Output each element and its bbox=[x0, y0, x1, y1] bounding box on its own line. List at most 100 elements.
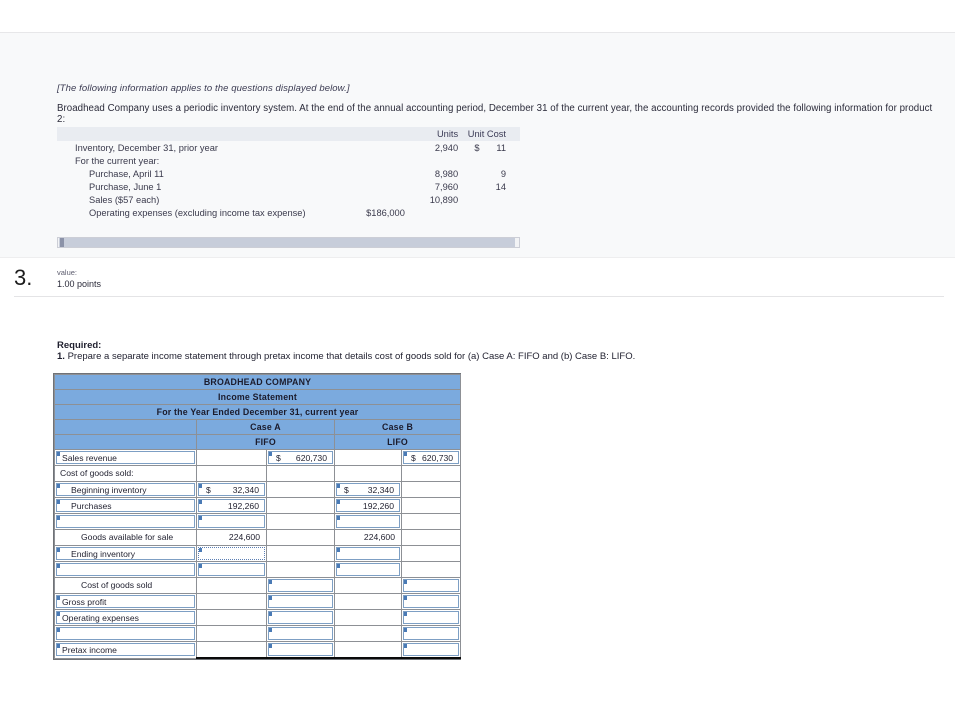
row-amount bbox=[305, 141, 413, 154]
worksheet-cell-case-b-col2 bbox=[400, 545, 462, 562]
amount-static bbox=[197, 578, 266, 593]
worksheet-cell-case-b-col1 bbox=[334, 641, 402, 659]
worksheet-row-label-cell bbox=[54, 561, 197, 578]
unit-cost-value: 9 bbox=[500, 168, 506, 179]
amount-input[interactable] bbox=[336, 563, 400, 576]
amount-static bbox=[197, 466, 266, 481]
worksheet-cell-case-b-col1[interactable]: $32,340 bbox=[334, 481, 402, 498]
row-label-text: Gross profit bbox=[62, 597, 107, 607]
worksheet-row-label-cell: Purchases bbox=[54, 497, 197, 514]
worksheet-cell-case-b-col2[interactable]: $620,730 bbox=[400, 449, 462, 466]
row-label-input[interactable] bbox=[56, 627, 195, 640]
worksheet-cell-case-a-col1[interactable]: 192,260 bbox=[196, 497, 267, 514]
scrollbar-thumb[interactable] bbox=[59, 238, 515, 247]
amount-input[interactable] bbox=[268, 579, 333, 592]
worksheet-cell-case-a-col2[interactable] bbox=[266, 593, 335, 610]
amount-input[interactable]: 192,260 bbox=[198, 499, 265, 512]
row-units: 2,940 bbox=[412, 141, 465, 154]
amount-input[interactable] bbox=[336, 547, 400, 560]
amount-input[interactable] bbox=[198, 547, 265, 560]
worksheet-cell-case-b-col1[interactable]: 192,260 bbox=[334, 497, 402, 514]
worksheet-cell-case-b-col1[interactable] bbox=[334, 545, 402, 562]
statement-period: For the Year Ended December 31, current … bbox=[53, 404, 462, 420]
row-label-input[interactable] bbox=[56, 563, 195, 576]
amount-input[interactable]: $32,340 bbox=[198, 483, 265, 496]
worksheet-row: Ending inventory bbox=[54, 545, 462, 562]
worksheet-cell-case-b-col2 bbox=[400, 481, 462, 498]
amount-input[interactable] bbox=[268, 595, 333, 608]
amount-input[interactable]: $32,340 bbox=[336, 483, 400, 496]
worksheet-row-label-cell: Gross profit bbox=[54, 593, 197, 610]
amount-input[interactable] bbox=[403, 643, 460, 656]
row-label: For the current year: bbox=[57, 154, 306, 167]
amount-input[interactable] bbox=[268, 627, 333, 640]
worksheet-cell-case-a-col2[interactable] bbox=[266, 641, 335, 659]
worksheet-cell-case-a-col1[interactable] bbox=[196, 513, 267, 530]
worksheet-cell-case-b-col2 bbox=[400, 465, 462, 482]
worksheet-cell-case-b-col2[interactable] bbox=[400, 609, 462, 626]
worksheet-cell-case-b-col1[interactable] bbox=[334, 513, 402, 530]
info-table-horizontal-scrollbar[interactable] bbox=[57, 237, 520, 248]
amount-value: 224,600 bbox=[363, 532, 395, 542]
row-label-static: Cost of goods sold bbox=[55, 578, 196, 593]
row-label-input[interactable]: Purchases bbox=[56, 499, 195, 512]
amount-input[interactable] bbox=[403, 595, 460, 608]
amount-input[interactable] bbox=[403, 627, 460, 640]
worksheet-method-row: FIFO LIFO bbox=[54, 434, 462, 450]
amount-static bbox=[402, 482, 460, 497]
amount-static bbox=[402, 546, 460, 561]
worksheet-cell-case-a-col2[interactable] bbox=[266, 609, 335, 626]
question-points: 1.00 points bbox=[57, 279, 102, 289]
amount-input[interactable] bbox=[403, 611, 460, 624]
amount-input[interactable] bbox=[268, 643, 333, 656]
row-label-text: Pretax income bbox=[62, 645, 117, 656]
amount-input[interactable] bbox=[198, 563, 265, 576]
worksheet-title-row-3: For the Year Ended December 31, current … bbox=[53, 404, 462, 420]
row-label-input[interactable]: Beginning inventory bbox=[56, 483, 195, 496]
worksheet-cell-case-b-col2[interactable] bbox=[400, 593, 462, 610]
unit-cost-value: 14 bbox=[495, 181, 506, 192]
case-a-header: Case A bbox=[196, 419, 335, 435]
row-label-input[interactable]: Pretax income bbox=[56, 643, 195, 657]
worksheet-cell-case-a-col2 bbox=[266, 465, 335, 482]
row-label-input[interactable] bbox=[56, 515, 195, 528]
amount-static bbox=[267, 530, 334, 545]
worksheet-row-label-cell: Pretax income bbox=[54, 641, 197, 659]
amount-input[interactable]: 192,260 bbox=[336, 499, 400, 512]
worksheet-cell-case-b-col2[interactable] bbox=[400, 577, 462, 594]
row-label-text bbox=[57, 517, 71, 527]
amount-static bbox=[197, 450, 266, 465]
amount-input[interactable] bbox=[268, 611, 333, 624]
amount-static bbox=[197, 610, 266, 625]
amount-input[interactable] bbox=[336, 515, 400, 528]
row-label-input[interactable]: Ending inventory bbox=[56, 547, 195, 560]
worksheet-cell-case-b-col1[interactable] bbox=[334, 561, 402, 578]
worksheet-row-label-cell: Sales revenue bbox=[54, 449, 197, 466]
row-units bbox=[412, 206, 465, 219]
row-label-input[interactable]: Sales revenue bbox=[56, 451, 195, 464]
worksheet-cell-case-a-col1 bbox=[196, 641, 267, 659]
table-row: Purchase, April 11 8,980 9 bbox=[57, 167, 520, 180]
worksheet-cell-case-a-col1[interactable] bbox=[196, 561, 267, 578]
worksheet-cell-case-a-col1[interactable] bbox=[196, 545, 267, 562]
amount-input[interactable]: $620,730 bbox=[403, 451, 460, 464]
income-statement-worksheet: BROADHEAD COMPANY Income Statement For t… bbox=[53, 373, 462, 660]
amount-input[interactable]: $620,730 bbox=[268, 451, 333, 464]
row-amount bbox=[305, 193, 413, 206]
worksheet-row: Purchases 192,260 192,260 bbox=[54, 497, 462, 514]
worksheet-cell-case-b-col2[interactable] bbox=[400, 641, 462, 659]
row-label-input[interactable]: Gross profit bbox=[56, 595, 195, 608]
amount-input[interactable] bbox=[403, 579, 460, 592]
amount-static bbox=[402, 514, 460, 529]
worksheet-row: Cost of goods sold bbox=[54, 577, 462, 594]
worksheet-cell-case-a-col1[interactable]: $32,340 bbox=[196, 481, 267, 498]
amount-static bbox=[197, 642, 266, 657]
amount-input[interactable] bbox=[198, 515, 265, 528]
row-amount bbox=[305, 167, 413, 180]
row-label-input[interactable]: Operating expenses bbox=[56, 611, 195, 624]
worksheet-cell-case-b-col2[interactable] bbox=[400, 625, 462, 642]
worksheet-cell-case-a-col2[interactable] bbox=[266, 577, 335, 594]
worksheet-cell-case-a-col2[interactable] bbox=[266, 625, 335, 642]
worksheet-cell-case-a-col2[interactable]: $620,730 bbox=[266, 449, 335, 466]
worksheet-row: Goods available for sale 224,600 224,600 bbox=[54, 529, 462, 546]
